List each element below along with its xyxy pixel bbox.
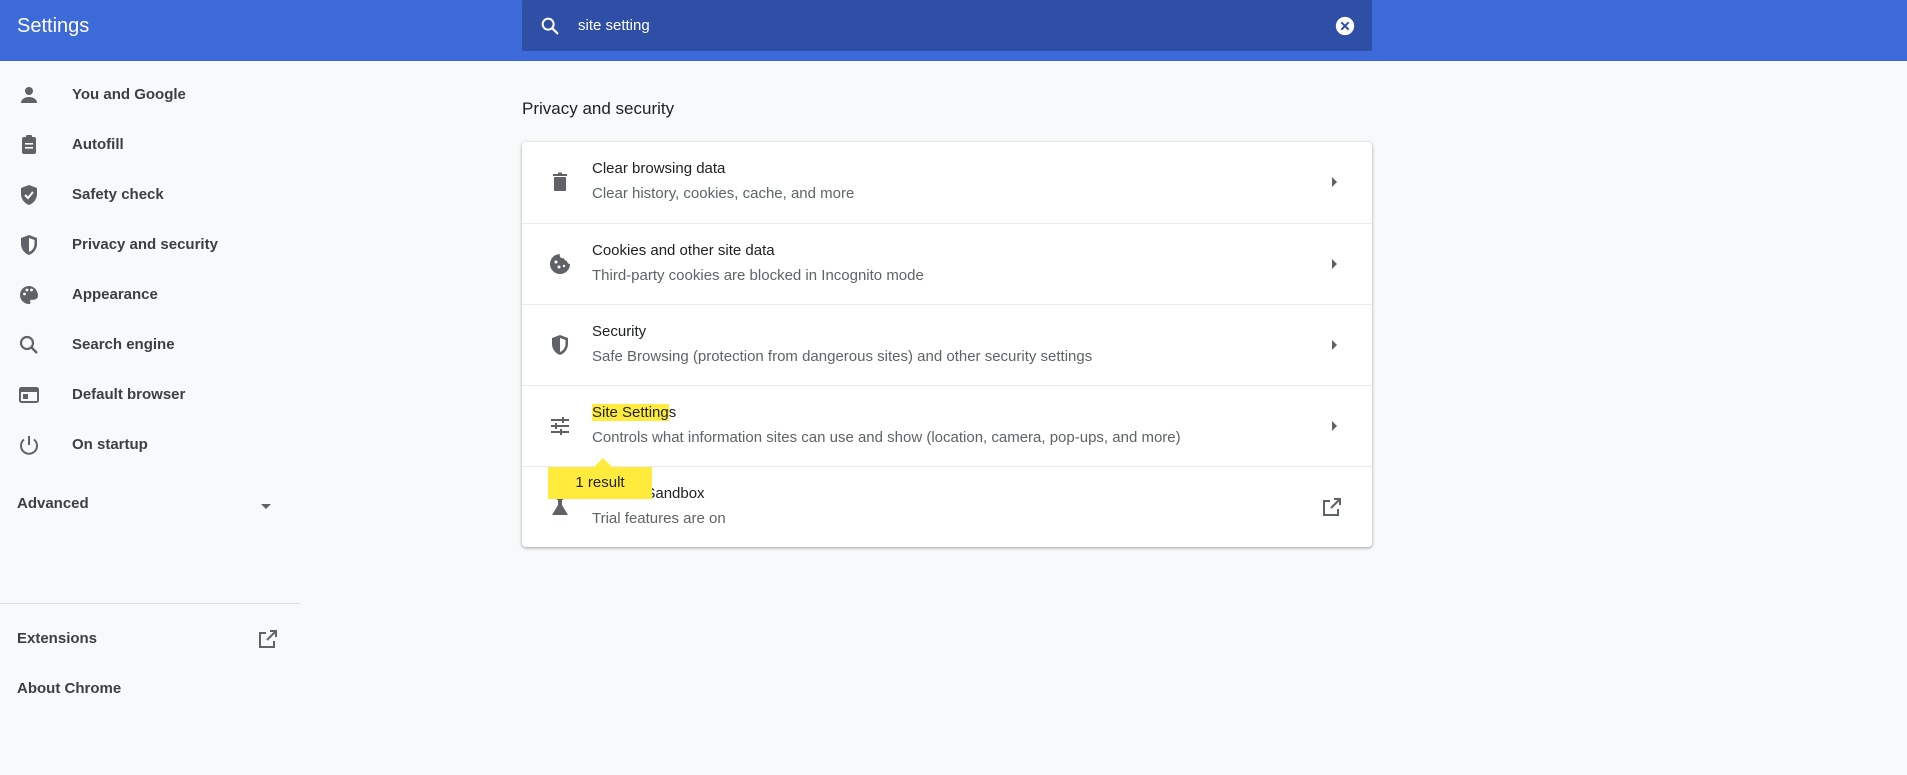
row-title: Security [592,323,647,340]
about-label: About Chrome [17,680,122,697]
search-input[interactable]: site setting [578,15,650,37]
person-icon [21,87,37,103]
open-in-new-icon [1323,498,1341,516]
sidebar-item-label: Safety check [72,186,164,203]
row-title: Site Settings [592,404,676,422]
row-title-rest: s [668,404,677,421]
cookies-row[interactable]: Cookies and other site data Third-party … [522,223,1372,305]
arrow-right-icon [1332,177,1337,187]
shield-icon [552,335,568,355]
clipboard-icon [22,135,36,154]
browser-window-icon [19,387,39,403]
trash-icon [553,172,567,191]
row-subtitle: Third-party cookies are blocked in Incog… [592,267,924,284]
row-subtitle: Safe Browsing (protection from dangerous… [592,348,1093,365]
sidebar-item-extensions[interactable]: Extensions [0,619,300,659]
security-row[interactable]: Security Safe Browsing (protection from … [522,304,1372,386]
row-title: Clear browsing data [592,160,726,177]
section-title: Privacy and security [522,99,675,118]
shield-half-icon [21,235,37,255]
arrow-right-icon [1332,421,1337,431]
sidebar-item-default-browser[interactable]: Default browser [0,373,300,417]
advanced-toggle[interactable]: Advanced [0,484,300,524]
clear-browsing-data-row[interactable]: Clear browsing data Clear history, cooki… [522,142,1372,223]
sidebar-item-autofill[interactable]: Autofill [0,123,300,167]
row-subtitle: Clear history, cookies, cache, and more [592,185,855,202]
divider [0,603,300,604]
sidebar-item-on-startup[interactable]: On startup [0,423,300,467]
site-settings-row[interactable]: Site Settings Controls what information … [522,385,1372,467]
page-title: Settings [17,15,90,37]
search-field[interactable]: site setting [522,0,1372,51]
sidebar-item-search-engine[interactable]: Search engine [0,323,300,367]
sidebar-item-safety-check[interactable]: Safety check [0,173,300,217]
shield-check-icon [21,185,37,205]
sidebar: You and Google Autofill Safety check Pri… [0,61,300,775]
header-bar: Settings site setting [0,0,1907,61]
sidebar-item-label: Search engine [72,336,175,353]
row-subtitle: Controls what information sites can use … [592,429,1181,446]
clear-search-icon[interactable] [1334,15,1356,37]
row-title: Cookies and other site data [592,242,775,259]
extensions-label: Extensions [17,630,98,647]
sidebar-item-label: Privacy and security [72,236,218,253]
caret-down-icon [261,504,271,509]
open-in-new-icon [259,630,277,648]
search-highlight: Site Setting [592,404,669,421]
arrow-right-icon [1332,259,1337,269]
sidebar-item-label: You and Google [72,86,186,103]
row-title-visible: Sandbox [645,485,705,502]
tune-icon [551,417,569,435]
sidebar-item-you-and-google[interactable]: You and Google [0,73,300,117]
arrow-right-icon [1332,340,1337,350]
sidebar-item-label: Default browser [72,386,186,403]
sidebar-item-about-chrome[interactable]: About Chrome [0,669,300,709]
sidebar-item-label: Appearance [72,286,158,303]
cookie-icon [550,254,570,274]
sidebar-item-label: On startup [72,436,148,453]
sidebar-item-privacy-and-security[interactable]: Privacy and security [0,223,300,267]
search-icon [19,335,38,354]
palette-icon [20,286,38,304]
power-icon [20,436,38,455]
row-subtitle: Trial features are on [592,510,726,527]
sidebar-item-label: Autofill [72,136,124,153]
advanced-label: Advanced [17,495,89,512]
sidebar-item-appearance[interactable]: Appearance [0,273,300,317]
search-icon [541,17,559,35]
search-result-bubble: 1 result [548,458,652,499]
